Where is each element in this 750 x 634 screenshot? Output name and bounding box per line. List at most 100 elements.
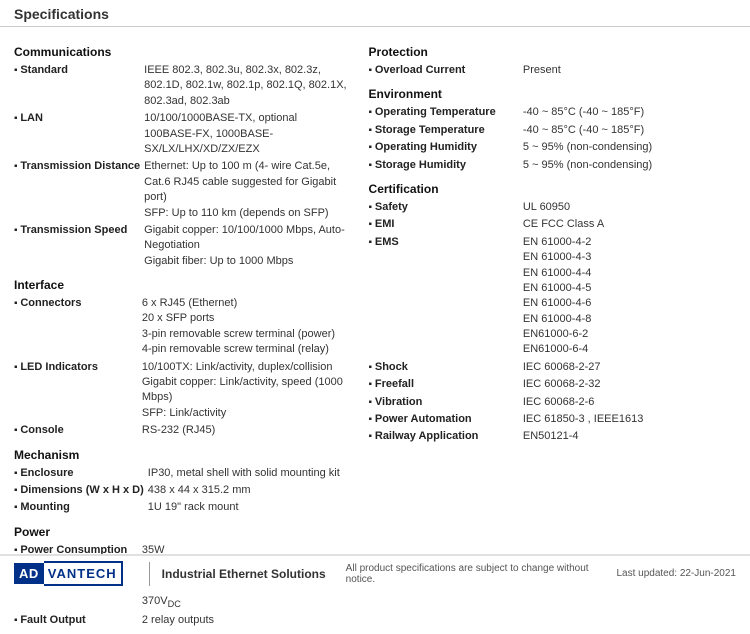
company-logo: ADVANTECH bbox=[14, 561, 123, 586]
spec-label: Overload Current bbox=[369, 62, 523, 79]
environment-table: Operating Temperature -40 ~ 85°C (-40 ~ … bbox=[369, 104, 736, 174]
spec-value: IEC 61850-3 , IEEE1613 bbox=[523, 411, 736, 428]
spec-label: Connectors bbox=[14, 295, 142, 359]
interface-section: Interface Connectors 6 x RJ45 (Ethernet)… bbox=[14, 278, 351, 440]
spec-label: Storage Humidity bbox=[369, 157, 523, 174]
left-column: Communications Standard IEEE 802.3, 802.… bbox=[14, 37, 361, 630]
table-row: Storage Humidity 5 ~ 95% (non-condensing… bbox=[369, 157, 736, 174]
spec-value: 5 ~ 95% (non-condensing) bbox=[523, 157, 736, 174]
spec-value: IP30, metal shell with solid mounting ki… bbox=[148, 465, 351, 482]
spec-label: LAN bbox=[14, 110, 144, 158]
spec-label: Console bbox=[14, 422, 142, 439]
spec-value: 5 ~ 95% (non-condensing) bbox=[523, 139, 736, 156]
spec-label: Enclosure bbox=[14, 465, 148, 482]
certification-section: Certification Safety UL 60950 EMI CE FCC… bbox=[369, 182, 736, 446]
table-row: Console RS-232 (RJ45) bbox=[14, 422, 351, 439]
interface-title: Interface bbox=[14, 278, 351, 292]
spec-value: Ethernet: Up to 100 m (4- wire Cat.5e, C… bbox=[144, 158, 350, 222]
table-row: Transmission Distance Ethernet: Up to 10… bbox=[14, 158, 351, 222]
spec-label: EMS bbox=[369, 234, 523, 359]
table-row: LAN 10/100/1000BASE-TX, optional 100BASE… bbox=[14, 110, 351, 158]
spec-value: -40 ~ 85°C (-40 ~ 185°F) bbox=[523, 122, 736, 139]
mechanism-title: Mechanism bbox=[14, 448, 351, 462]
communications-section: Communications Standard IEEE 802.3, 802.… bbox=[14, 45, 351, 270]
protection-title: Protection bbox=[369, 45, 736, 59]
spec-label: Vibration bbox=[369, 394, 523, 411]
table-row: Power Automation IEC 61850-3 , IEEE1613 bbox=[369, 411, 736, 428]
table-row: Standard IEEE 802.3, 802.3u, 802.3x, 802… bbox=[14, 62, 351, 110]
spec-value: IEC 60068-2-27 bbox=[523, 359, 736, 376]
spec-label: Storage Temperature bbox=[369, 122, 523, 139]
table-row: Overload Current Present bbox=[369, 62, 736, 79]
table-row: Railway Application EN50121-4 bbox=[369, 428, 736, 445]
table-row: Enclosure IP30, metal shell with solid m… bbox=[14, 465, 351, 482]
spec-value: 10/100TX: Link/activity, duplex/collisio… bbox=[142, 359, 351, 423]
table-row: Transmission Speed Gigabit copper: 10/10… bbox=[14, 222, 351, 270]
spec-value: CE FCC Class A bbox=[523, 216, 736, 233]
logo-vantech-part: VANTECH bbox=[44, 561, 123, 586]
footer-date: Last updated: 22-Jun-2021 bbox=[616, 568, 736, 579]
spec-label: Mounting bbox=[14, 499, 148, 516]
logo-ad-part: AD bbox=[14, 563, 44, 584]
environment-section: Environment Operating Temperature -40 ~ … bbox=[369, 87, 736, 174]
spec-value: UL 60950 bbox=[523, 199, 736, 216]
protection-section: Protection Overload Current Present bbox=[369, 45, 736, 79]
table-row: Fault Output 2 relay outputs bbox=[14, 612, 351, 629]
spec-label: Operating Temperature bbox=[369, 104, 523, 121]
interface-table: Connectors 6 x RJ45 (Ethernet)20 x SFP p… bbox=[14, 295, 351, 440]
certification-title: Certification bbox=[369, 182, 736, 196]
table-row: EMS EN 61000-4-2EN 61000-4-3EN 61000-4-4… bbox=[369, 234, 736, 359]
table-row: Safety UL 60950 bbox=[369, 199, 736, 216]
table-row: Mounting 1U 19" rack mount bbox=[14, 499, 351, 516]
spec-label: Fault Output bbox=[14, 612, 142, 629]
table-row: Shock IEC 60068-2-27 bbox=[369, 359, 736, 376]
environment-title: Environment bbox=[369, 87, 736, 101]
spec-value: 2 relay outputs bbox=[142, 612, 351, 629]
right-column: Protection Overload Current Present Envi… bbox=[361, 37, 736, 630]
communications-title: Communications bbox=[14, 45, 351, 59]
spec-value: 438 x 44 x 315.2 mm bbox=[148, 482, 351, 499]
spec-value: -40 ~ 85°C (-40 ~ 185°F) bbox=[523, 104, 736, 121]
spec-label: Safety bbox=[369, 199, 523, 216]
spec-label: Standard bbox=[14, 62, 144, 110]
mechanism-section: Mechanism Enclosure IP30, metal shell wi… bbox=[14, 448, 351, 517]
certification-table: Safety UL 60950 EMI CE FCC Class A EMS E… bbox=[369, 199, 736, 446]
spec-value: EN50121-4 bbox=[523, 428, 736, 445]
spec-value: Present bbox=[523, 62, 736, 79]
spec-label: Operating Humidity bbox=[369, 139, 523, 156]
protection-table: Overload Current Present bbox=[369, 62, 736, 79]
spec-value: IEC 60068-2-6 bbox=[523, 394, 736, 411]
table-row: Operating Humidity 5 ~ 95% (non-condensi… bbox=[369, 139, 736, 156]
table-row: Connectors 6 x RJ45 (Ethernet)20 x SFP p… bbox=[14, 295, 351, 359]
footer-note: All product specifications are subject t… bbox=[326, 563, 617, 585]
spec-label: Power Automation bbox=[369, 411, 523, 428]
spec-value: RS-232 (RJ45) bbox=[142, 422, 351, 439]
footer-tagline: Industrial Ethernet Solutions bbox=[162, 567, 326, 581]
spec-label: Shock bbox=[369, 359, 523, 376]
spec-label: Freefall bbox=[369, 376, 523, 393]
spec-value: IEC 60068-2-32 bbox=[523, 376, 736, 393]
footer-divider bbox=[149, 562, 150, 586]
table-row: LED Indicators 10/100TX: Link/activity, … bbox=[14, 359, 351, 423]
spec-value: IEEE 802.3, 802.3u, 802.3x, 802.3z, 802.… bbox=[144, 62, 350, 110]
table-row: Storage Temperature -40 ~ 85°C (-40 ~ 18… bbox=[369, 122, 736, 139]
footer: ADVANTECH Industrial Ethernet Solutions … bbox=[0, 554, 750, 591]
power-title: Power bbox=[14, 525, 351, 539]
communications-table: Standard IEEE 802.3, 802.3u, 802.3x, 802… bbox=[14, 62, 351, 270]
page-title: Specifications bbox=[0, 0, 750, 27]
spec-value: 1U 19" rack mount bbox=[148, 499, 351, 516]
spec-label: Transmission Speed bbox=[14, 222, 144, 270]
spec-label: LED Indicators bbox=[14, 359, 142, 423]
spec-value: 6 x RJ45 (Ethernet)20 x SFP ports3-pin r… bbox=[142, 295, 351, 359]
spec-value: EN 61000-4-2EN 61000-4-3EN 61000-4-4EN 6… bbox=[523, 234, 736, 359]
mechanism-table: Enclosure IP30, metal shell with solid m… bbox=[14, 465, 351, 517]
spec-value: Gigabit copper: 10/100/1000 Mbps, Auto-N… bbox=[144, 222, 350, 270]
table-row: Freefall IEC 60068-2-32 bbox=[369, 376, 736, 393]
spec-label: Transmission Distance bbox=[14, 158, 144, 222]
spec-label: EMI bbox=[369, 216, 523, 233]
spec-label: Dimensions (W x H x D) bbox=[14, 482, 148, 499]
table-row: Operating Temperature -40 ~ 85°C (-40 ~ … bbox=[369, 104, 736, 121]
table-row: Dimensions (W x H x D) 438 x 44 x 315.2 … bbox=[14, 482, 351, 499]
spec-value: 10/100/1000BASE-TX, optional 100BASE-FX,… bbox=[144, 110, 350, 158]
table-row: EMI CE FCC Class A bbox=[369, 216, 736, 233]
